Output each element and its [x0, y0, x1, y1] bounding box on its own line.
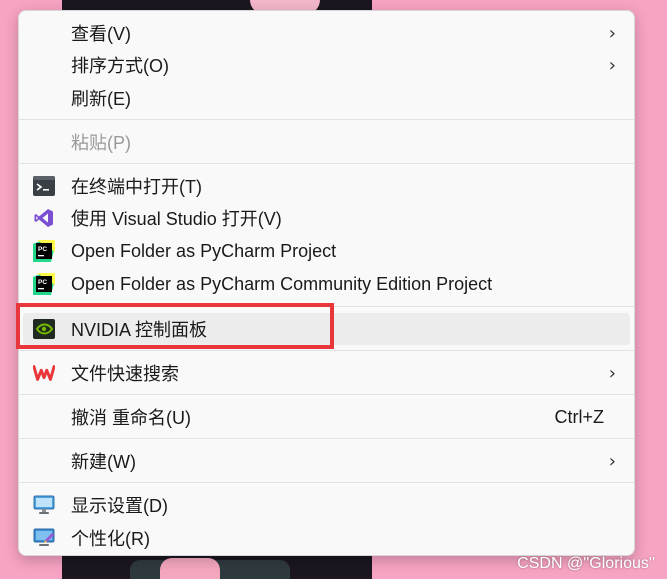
- visual-studio-icon: [33, 207, 55, 229]
- menu-separator: [19, 394, 634, 395]
- highlight-box: [16, 303, 334, 349]
- menu-item-display-settings[interactable]: 显示设置(D): [23, 489, 630, 521]
- menu-item-label: 在终端中打开(T): [71, 177, 202, 197]
- menu-item-shortcut: Ctrl+Z: [554, 406, 605, 427]
- personalize-icon: [33, 527, 55, 549]
- menu-item-sort-by[interactable]: 排序方式(O) ›: [23, 49, 630, 81]
- display-icon: [33, 494, 55, 516]
- menu-item-paste: 粘贴(P): [23, 126, 630, 158]
- wps-icon: [33, 362, 55, 384]
- menu-item-new[interactable]: 新建(W) ›: [23, 445, 630, 477]
- menu-item-open-with-visual-studio[interactable]: 使用 Visual Studio 打开(V): [23, 202, 630, 234]
- svg-text:PC: PC: [38, 279, 47, 286]
- menu-separator: [19, 119, 634, 120]
- menu-item-file-quick-search[interactable]: 文件快速搜索 ›: [23, 357, 630, 389]
- chevron-right-icon: ›: [608, 22, 616, 44]
- menu-separator: [19, 163, 634, 164]
- chevron-right-icon: ›: [608, 362, 616, 384]
- menu-item-open-as-pycharm-community-project[interactable]: PC Open Folder as PyCharm Community Edit…: [23, 268, 630, 300]
- pycharm-community-icon: PC: [33, 273, 55, 295]
- menu-item-undo-rename[interactable]: 撤消 重命名(U) Ctrl+Z: [23, 401, 630, 433]
- menu-item-label: 使用 Visual Studio 打开(V): [71, 209, 282, 229]
- menu-item-view[interactable]: 查看(V) ›: [23, 17, 630, 49]
- menu-separator: [19, 350, 634, 351]
- menu-item-label: 新建(W): [71, 452, 136, 472]
- menu-separator: [19, 438, 634, 439]
- chevron-right-icon: ›: [608, 450, 616, 472]
- menu-item-open-in-terminal[interactable]: 在终端中打开(T): [23, 170, 630, 202]
- menu-item-label: 文件快速搜索: [71, 364, 179, 384]
- watermark: CSDN @''Glorious'': [517, 555, 655, 572]
- pycharm-icon: PC: [33, 240, 55, 262]
- menu-item-label: 查看(V): [71, 24, 131, 44]
- menu-item-personalize[interactable]: 个性化(R): [23, 522, 630, 554]
- menu-item-label: Open Folder as PyCharm Community Edition…: [71, 273, 493, 294]
- menu-item-label: 显示设置(D): [71, 496, 168, 516]
- svg-text:PC: PC: [38, 246, 47, 253]
- menu-item-label: 粘贴(P): [71, 133, 131, 153]
- context-menu: 查看(V) › 排序方式(O) › 刷新(E) 粘贴(P) 在终端中打开(T) …: [18, 10, 635, 556]
- menu-item-label: 撤消 重命名(U): [71, 408, 191, 428]
- menu-item-open-as-pycharm-project[interactable]: PC Open Folder as PyCharm Project: [23, 235, 630, 267]
- terminal-icon: [33, 175, 55, 197]
- menu-item-label: Open Folder as PyCharm Project: [71, 240, 337, 261]
- menu-item-refresh[interactable]: 刷新(E): [23, 82, 630, 114]
- menu-item-label: 刷新(E): [71, 89, 131, 109]
- menu-item-label: 个性化(R): [71, 529, 150, 549]
- chevron-right-icon: ›: [608, 54, 616, 76]
- menu-separator: [19, 482, 634, 483]
- wallpaper-art: [160, 558, 220, 579]
- menu-item-label: 排序方式(O): [71, 56, 169, 76]
